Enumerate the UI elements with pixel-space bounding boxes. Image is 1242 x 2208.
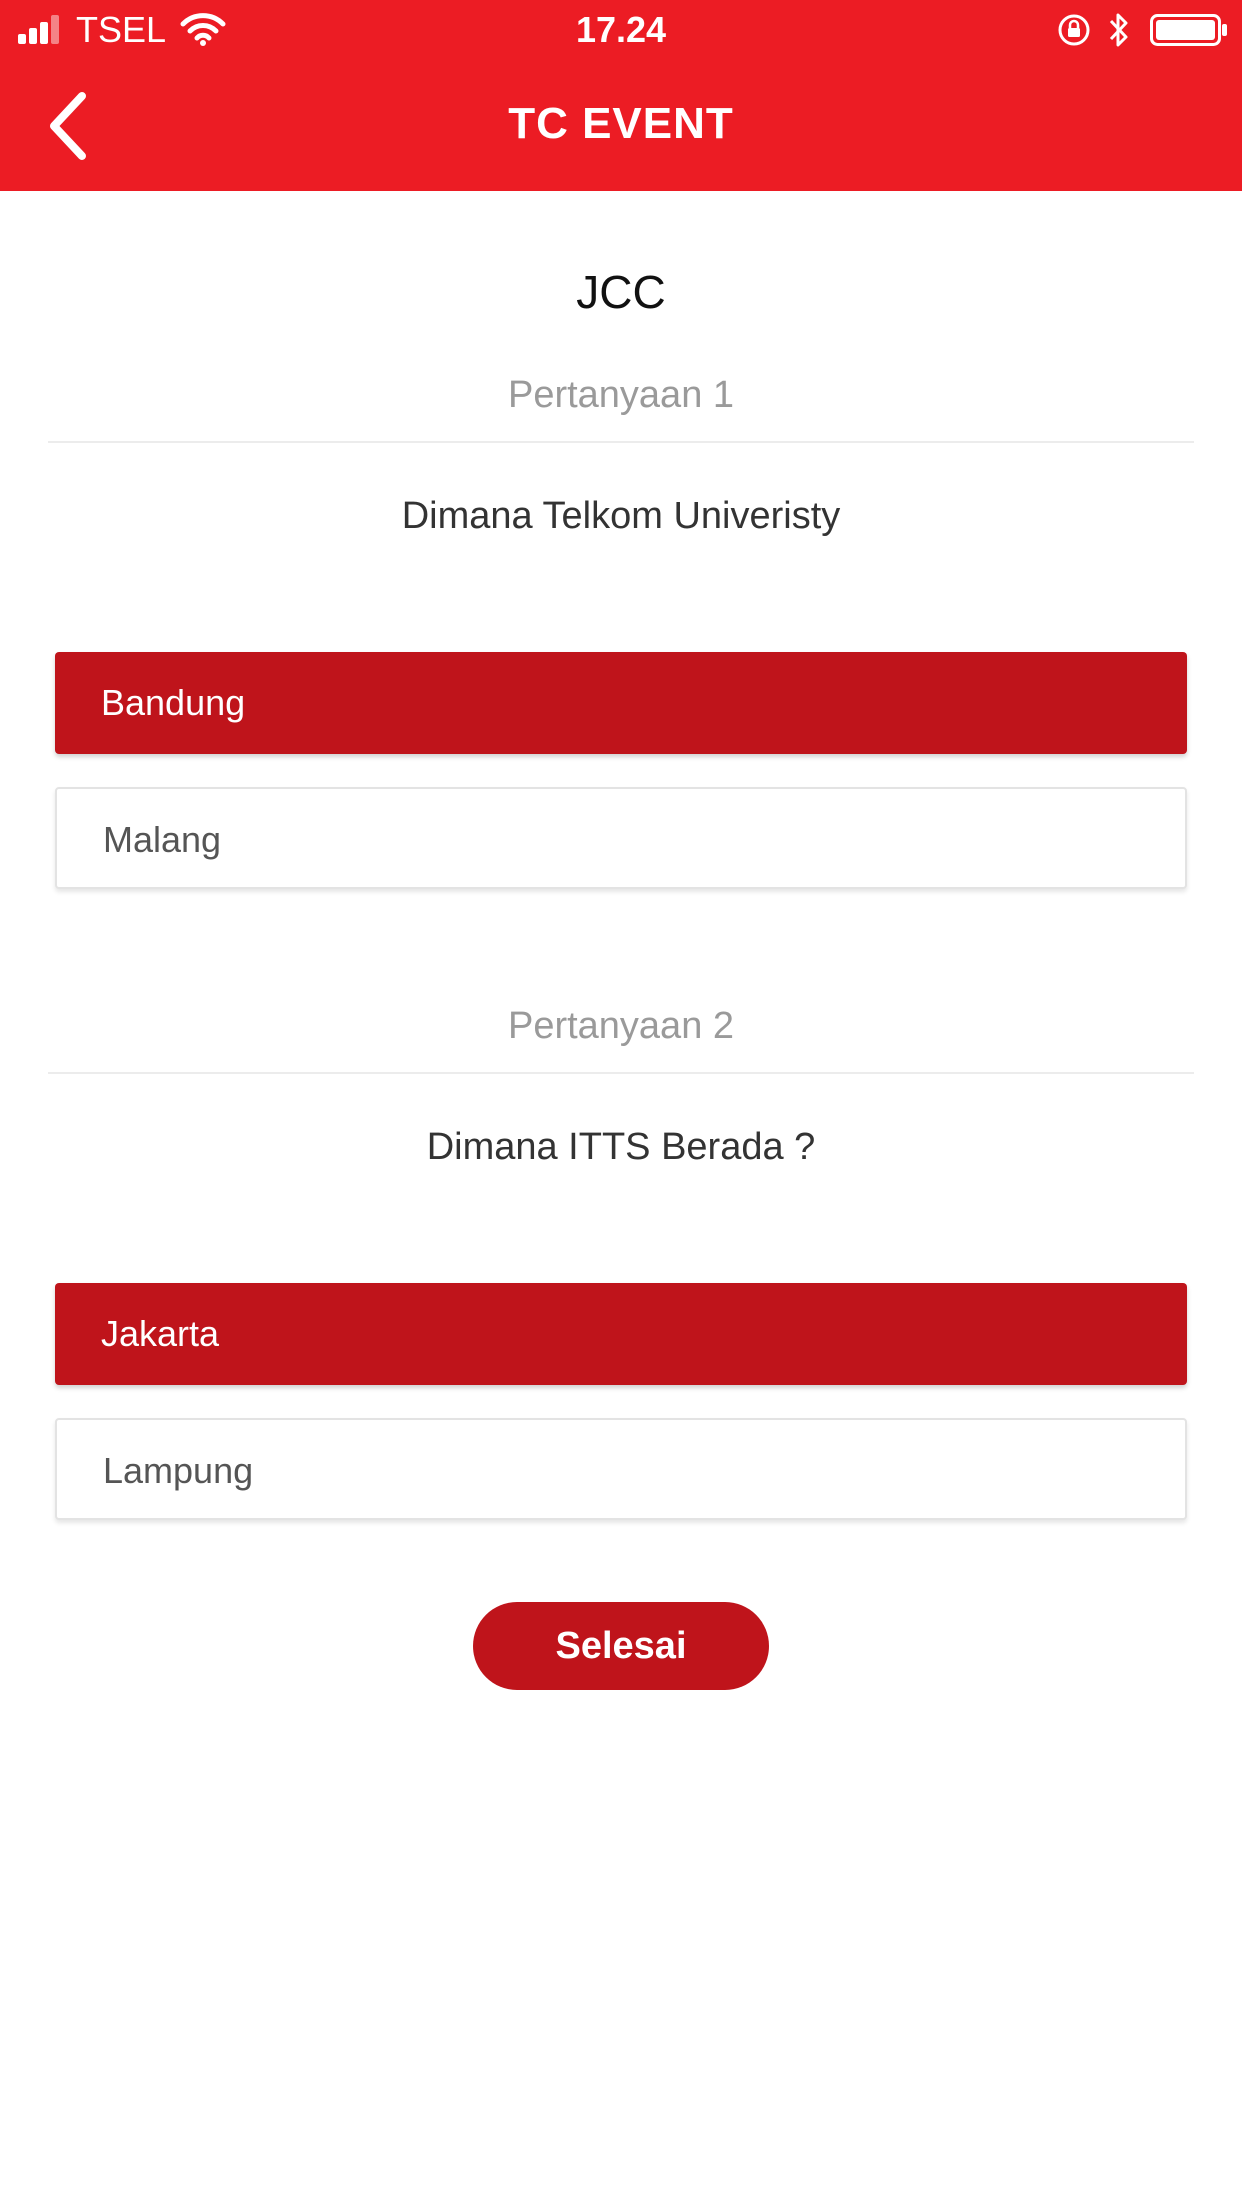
quiz-screen: TSEL 17.24 TC EVENT JCC Pertanyaan 1 Dim… [0, 0, 1242, 2208]
answer-option-selected[interactable]: Jakarta [55, 1283, 1187, 1385]
status-time: 17.24 [575, 9, 667, 50]
nav-bar: TC EVENT [0, 62, 1242, 191]
question-text: Dimana Telkom Univeristy [401, 495, 841, 537]
carrier-name: TSEL [76, 9, 167, 50]
question-label: Pertanyaan 1 [507, 374, 735, 416]
answer-option-selected[interactable]: Bandung [55, 652, 1187, 754]
finish-button[interactable]: Selesai [473, 1602, 769, 1690]
divider [48, 441, 1194, 443]
question-label: Pertanyaan 2 [507, 1005, 735, 1047]
page-title: TC EVENT [508, 99, 734, 148]
wifi-icon [180, 13, 226, 46]
divider [48, 1072, 1194, 1074]
answer-option[interactable]: Lampung [55, 1418, 1187, 1520]
signal-icon [18, 15, 59, 44]
question-text: Dimana ITTS Berada ? [426, 1126, 816, 1168]
event-name: JCC [576, 266, 666, 318]
bluetooth-icon [1109, 13, 1128, 47]
answer-option[interactable]: Malang [55, 787, 1187, 889]
app-header: TSEL 17.24 TC EVENT [0, 0, 1242, 191]
battery-icon [1150, 14, 1227, 46]
orientation-lock-icon [1058, 14, 1090, 46]
status-bar: TSEL 17.24 [0, 0, 1242, 62]
